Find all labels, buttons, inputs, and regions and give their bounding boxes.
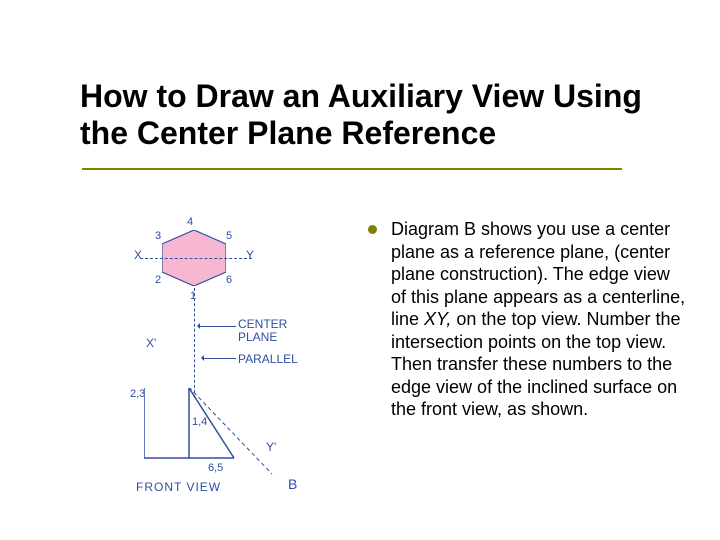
label-parallel: PARALLEL [238, 352, 298, 366]
label-Y-prime: Y' [266, 440, 276, 454]
diagram-figure: 4 3 5 2 6 1 X Y CENTER PLANE PARALLEL X' [130, 218, 330, 508]
label-5: 5 [226, 230, 232, 242]
label-figure-letter: B [288, 476, 297, 492]
label-center-plane: CENTER PLANE [238, 318, 287, 343]
label-14: 1,4 [192, 416, 207, 428]
bullet-text-em: XY, [424, 309, 451, 329]
label-23: 2,3 [130, 388, 145, 400]
arrow-parallel [204, 358, 236, 359]
label-X: X [134, 248, 142, 262]
slide: How to Draw an Auxiliary View Using the … [0, 0, 720, 540]
arrow-center-plane [200, 326, 236, 327]
label-Y: Y [246, 248, 254, 262]
label-front-view: FRONT VIEW [136, 480, 221, 494]
projector-line [194, 288, 195, 398]
bullet-item: Diagram B shows you use a center plane a… [368, 218, 688, 421]
label-3: 3 [155, 230, 161, 242]
bullet-text: Diagram B shows you use a center plane a… [391, 218, 688, 421]
label-6: 6 [226, 274, 232, 286]
body-text: Diagram B shows you use a center plane a… [368, 218, 688, 421]
label-65: 6,5 [208, 462, 223, 474]
bullet-icon [368, 225, 377, 234]
title-underline [82, 168, 622, 170]
label-4: 4 [187, 216, 193, 228]
label-X-prime: X' [146, 336, 156, 350]
slide-title: How to Draw an Auxiliary View Using the … [80, 78, 680, 152]
line-xy [140, 258, 252, 259]
label-2: 2 [155, 274, 161, 286]
